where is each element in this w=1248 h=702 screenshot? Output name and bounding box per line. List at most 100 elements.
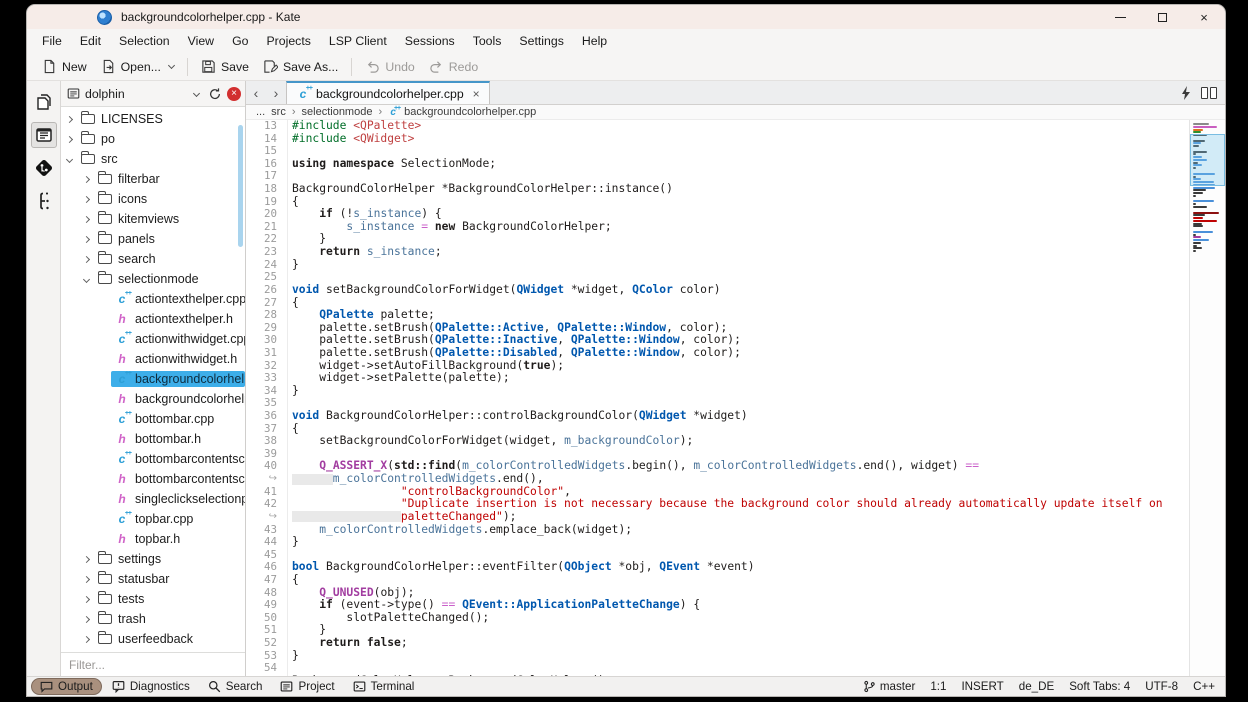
menu-view[interactable]: View (179, 31, 223, 51)
project-selector[interactable]: dolphin × (61, 81, 245, 107)
symbol-outline-tool-icon[interactable] (31, 188, 57, 214)
new-button[interactable]: New (35, 56, 94, 77)
refresh-icon[interactable] (208, 87, 222, 101)
tree-item-po[interactable]: po (61, 129, 245, 149)
chevron-collapsed-icon[interactable] (82, 255, 91, 263)
chevron-collapsed-icon[interactable] (82, 175, 91, 183)
quick-open-icon[interactable] (1181, 85, 1191, 100)
tree-item-bottombar-h[interactable]: h bottombar.h (61, 429, 245, 449)
search-toolview-button[interactable]: Search (200, 679, 271, 694)
status-git-branch[interactable]: master (863, 680, 915, 693)
tree-item-tests[interactable]: tests (61, 589, 245, 609)
code-view[interactable]: 13 #include <QPalette> 14 #include <QWidget… (246, 120, 1225, 676)
chevron-collapsed-icon[interactable] (82, 195, 91, 203)
tab-close-icon[interactable]: × (473, 87, 480, 101)
tree-item-statusbar[interactable]: statusbar (61, 569, 245, 589)
tree-item-settings[interactable]: settings (61, 549, 245, 569)
minimize-button[interactable] (1099, 5, 1141, 29)
tab-scroll-right-icon[interactable]: › (266, 81, 286, 104)
menu-go[interactable]: Go (223, 31, 257, 51)
tree-item-search[interactable]: search (61, 249, 245, 269)
projects-tool-icon[interactable] (30, 122, 57, 148)
tree-item-actiontexthelper-h[interactable]: h actiontexthelper.h (61, 309, 245, 329)
tree-item-filterbar[interactable]: filterbar (61, 169, 245, 189)
tree-item-userfeedback[interactable]: userfeedback (61, 629, 245, 649)
breadcrumb-selectionmode[interactable]: selectionmode (302, 106, 373, 118)
tree-item-bottombarcontentscont-[interactable]: c++bottombarcontentscont... (61, 449, 245, 469)
tree-item-licenses[interactable]: LICENSES (61, 109, 245, 129)
undo-button[interactable]: Undo (358, 56, 421, 77)
tree-item-kitemviews[interactable]: kitemviews (61, 209, 245, 229)
status-highlight-mode[interactable]: C++ (1193, 680, 1215, 693)
chevron-collapsed-icon[interactable] (65, 135, 74, 143)
menu-projects[interactable]: Projects (257, 31, 319, 51)
minimap-viewport[interactable] (1190, 134, 1225, 186)
menu-lsp-client[interactable]: LSP Client (320, 31, 396, 51)
tree-item-trash[interactable]: trash (61, 609, 245, 629)
chevron-collapsed-icon[interactable] (82, 575, 91, 583)
tree-item-src[interactable]: src (61, 149, 245, 169)
save-as-button[interactable]: Save As... (256, 56, 345, 77)
redo-button[interactable]: Redo (422, 56, 485, 77)
tree-item-selectionmode[interactable]: selectionmode (61, 269, 245, 289)
menu-file[interactable]: File (33, 31, 71, 51)
project-dropdown-chevron-icon[interactable] (192, 89, 201, 98)
menu-tools[interactable]: Tools (464, 31, 511, 51)
chevron-collapsed-icon[interactable] (82, 615, 91, 623)
chevron-collapsed-icon[interactable] (82, 215, 91, 223)
chevron-expanded-icon[interactable] (82, 275, 91, 283)
tree-item-actionwithwidget-h[interactable]: h actionwithwidget.h (61, 349, 245, 369)
tree-item-bottombar-cpp[interactable]: c ++ bottombar.cpp (61, 409, 245, 429)
git-tool-icon[interactable] (31, 155, 57, 181)
code-lines: 13 #include <QPalette> 14 #include <QWidget… (246, 120, 1189, 676)
tree-item-topbar-h[interactable]: h topbar.h (61, 529, 245, 549)
open-button[interactable]: Open... (94, 56, 181, 77)
breadcrumb-src[interactable]: src (271, 106, 286, 118)
menu-edit[interactable]: Edit (71, 31, 110, 51)
tree-item-panels[interactable]: panels (61, 229, 245, 249)
chevron-collapsed-icon[interactable] (82, 595, 91, 603)
chevron-collapsed-icon[interactable] (82, 235, 91, 243)
diagnostics-toolview-button[interactable]: Diagnostics (104, 679, 198, 694)
tree-item-singleclickselectionproxy-[interactable]: h singleclickselectionproxy... (61, 489, 245, 509)
chevron-expanded-icon[interactable] (65, 155, 74, 163)
minimap-scrollbar[interactable] (1189, 120, 1225, 676)
tab-scroll-left-icon[interactable]: ‹ (246, 81, 266, 104)
chevron-collapsed-icon[interactable] (82, 555, 91, 563)
breadcrumb-file[interactable]: backgroundcolorhelper.cpp (404, 106, 536, 118)
project-toolview-button[interactable]: Project (272, 679, 342, 694)
status-tab-width[interactable]: Soft Tabs: 4 (1069, 680, 1130, 693)
menu-selection[interactable]: Selection (110, 31, 179, 51)
save-button[interactable]: Save (194, 56, 256, 77)
tab-backgroundcolorhelper[interactable]: c ++ backgroundcolorhelper.cpp × (286, 81, 490, 104)
tree-item-backgroundcolorhelper-h[interactable]: h backgroundcolorhelper.h (61, 389, 245, 409)
code-line-text: slotPaletteChanged(); (287, 611, 1189, 625)
status-input-mode[interactable]: INSERT (961, 680, 1003, 693)
tree-item-bottombarcontentscont-[interactable]: h bottombarcontentscont... (61, 469, 245, 489)
close-button[interactable]: × (1183, 5, 1225, 29)
menu-sessions[interactable]: Sessions (396, 31, 464, 51)
terminal-toolview-button[interactable]: Terminal (345, 679, 423, 694)
split-view-icon[interactable] (1201, 86, 1217, 99)
menu-settings[interactable]: Settings (510, 31, 572, 51)
breadcrumb-ellipsis[interactable]: ... (256, 106, 265, 118)
tree-scrollbar[interactable] (238, 125, 243, 247)
menu-help[interactable]: Help (573, 31, 616, 51)
chevron-collapsed-icon[interactable] (65, 115, 74, 123)
status-dictionary[interactable]: de_DE (1019, 680, 1054, 693)
tree-item-icons[interactable]: icons (61, 189, 245, 209)
tree-item-topbar-cpp[interactable]: c ++ topbar.cpp (61, 509, 245, 529)
output-toolview-button[interactable]: Output (31, 678, 102, 695)
tree-item-actionwithwidget-cpp[interactable]: c ++ actionwithwidget.cpp (61, 329, 245, 349)
maximize-button[interactable] (1141, 5, 1183, 29)
minimap-bar (1193, 128, 1203, 131)
documents-tool-icon[interactable] (31, 89, 57, 115)
close-project-icon[interactable]: × (227, 86, 241, 101)
tree-item-actiontexthelper-cpp[interactable]: c ++ actiontexthelper.cpp (61, 289, 245, 309)
open-dropdown-chevron-icon[interactable] (167, 61, 175, 70)
chevron-collapsed-icon[interactable] (82, 635, 91, 643)
status-encoding[interactable]: UTF-8 (1145, 680, 1178, 693)
tree-item-backgroundcolorhelper-c-[interactable]: c++backgroundcolorhelper.c... (61, 369, 245, 389)
filter-input[interactable] (61, 657, 245, 672)
status-cursor-position[interactable]: 1:1 (930, 680, 946, 693)
